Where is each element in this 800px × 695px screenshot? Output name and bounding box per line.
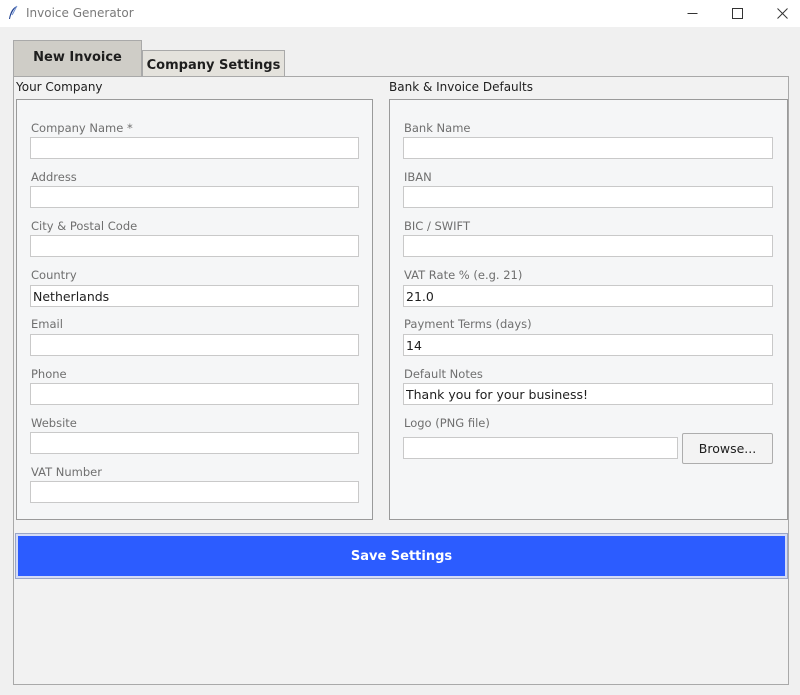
iban-input[interactable] bbox=[403, 186, 773, 208]
bank-section-title: Bank & Invoice Defaults bbox=[389, 80, 533, 94]
vat-number-label: VAT Number bbox=[31, 465, 102, 479]
company-section-title: Your Company bbox=[16, 80, 103, 94]
default-notes-input[interactable] bbox=[403, 383, 773, 405]
browse-button[interactable]: Browse... bbox=[682, 433, 773, 464]
bank-name-label: Bank Name bbox=[404, 121, 471, 135]
window-title: Invoice Generator bbox=[26, 6, 134, 20]
save-settings-button[interactable]: Save Settings bbox=[15, 533, 788, 579]
address-label: Address bbox=[31, 170, 77, 184]
close-icon bbox=[776, 8, 788, 19]
logo-path-input[interactable] bbox=[403, 437, 678, 459]
vat-rate-label: VAT Rate % (e.g. 21) bbox=[404, 268, 523, 282]
iban-label: IBAN bbox=[404, 170, 432, 184]
close-button[interactable] bbox=[759, 0, 800, 27]
payment-terms-label: Payment Terms (days) bbox=[404, 317, 532, 331]
feather-icon bbox=[7, 5, 19, 21]
payment-terms-input[interactable] bbox=[403, 334, 773, 356]
vat-rate-input[interactable] bbox=[403, 285, 773, 307]
city-postal-input[interactable] bbox=[30, 235, 359, 257]
phone-label: Phone bbox=[31, 367, 67, 381]
bank-name-input[interactable] bbox=[403, 137, 773, 159]
bic-swift-input[interactable] bbox=[403, 235, 773, 257]
tab-company-settings[interactable]: Company Settings bbox=[142, 50, 285, 77]
country-label: Country bbox=[31, 268, 77, 282]
vat-number-input[interactable] bbox=[30, 481, 359, 503]
website-label: Website bbox=[31, 416, 77, 430]
company-name-input[interactable] bbox=[30, 137, 359, 159]
app-window: Invoice Generator New Invoice Company Se… bbox=[0, 0, 800, 695]
tab-new-invoice[interactable]: New Invoice bbox=[13, 40, 142, 76]
email-input[interactable] bbox=[30, 334, 359, 356]
logo-label: Logo (PNG file) bbox=[404, 416, 490, 430]
minimize-button[interactable] bbox=[669, 0, 715, 27]
bic-swift-label: BIC / SWIFT bbox=[404, 219, 470, 233]
phone-input[interactable] bbox=[30, 383, 359, 405]
website-input[interactable] bbox=[30, 432, 359, 454]
company-name-label: Company Name * bbox=[31, 121, 133, 135]
company-group bbox=[16, 99, 373, 520]
default-notes-label: Default Notes bbox=[404, 367, 483, 381]
maximize-icon bbox=[731, 8, 743, 19]
maximize-button[interactable] bbox=[714, 0, 760, 27]
address-input[interactable] bbox=[30, 186, 359, 208]
email-label: Email bbox=[31, 317, 63, 331]
country-input[interactable] bbox=[30, 285, 359, 307]
minimize-icon bbox=[687, 8, 698, 19]
city-postal-label: City & Postal Code bbox=[31, 219, 138, 233]
title-bar: Invoice Generator bbox=[0, 0, 800, 27]
